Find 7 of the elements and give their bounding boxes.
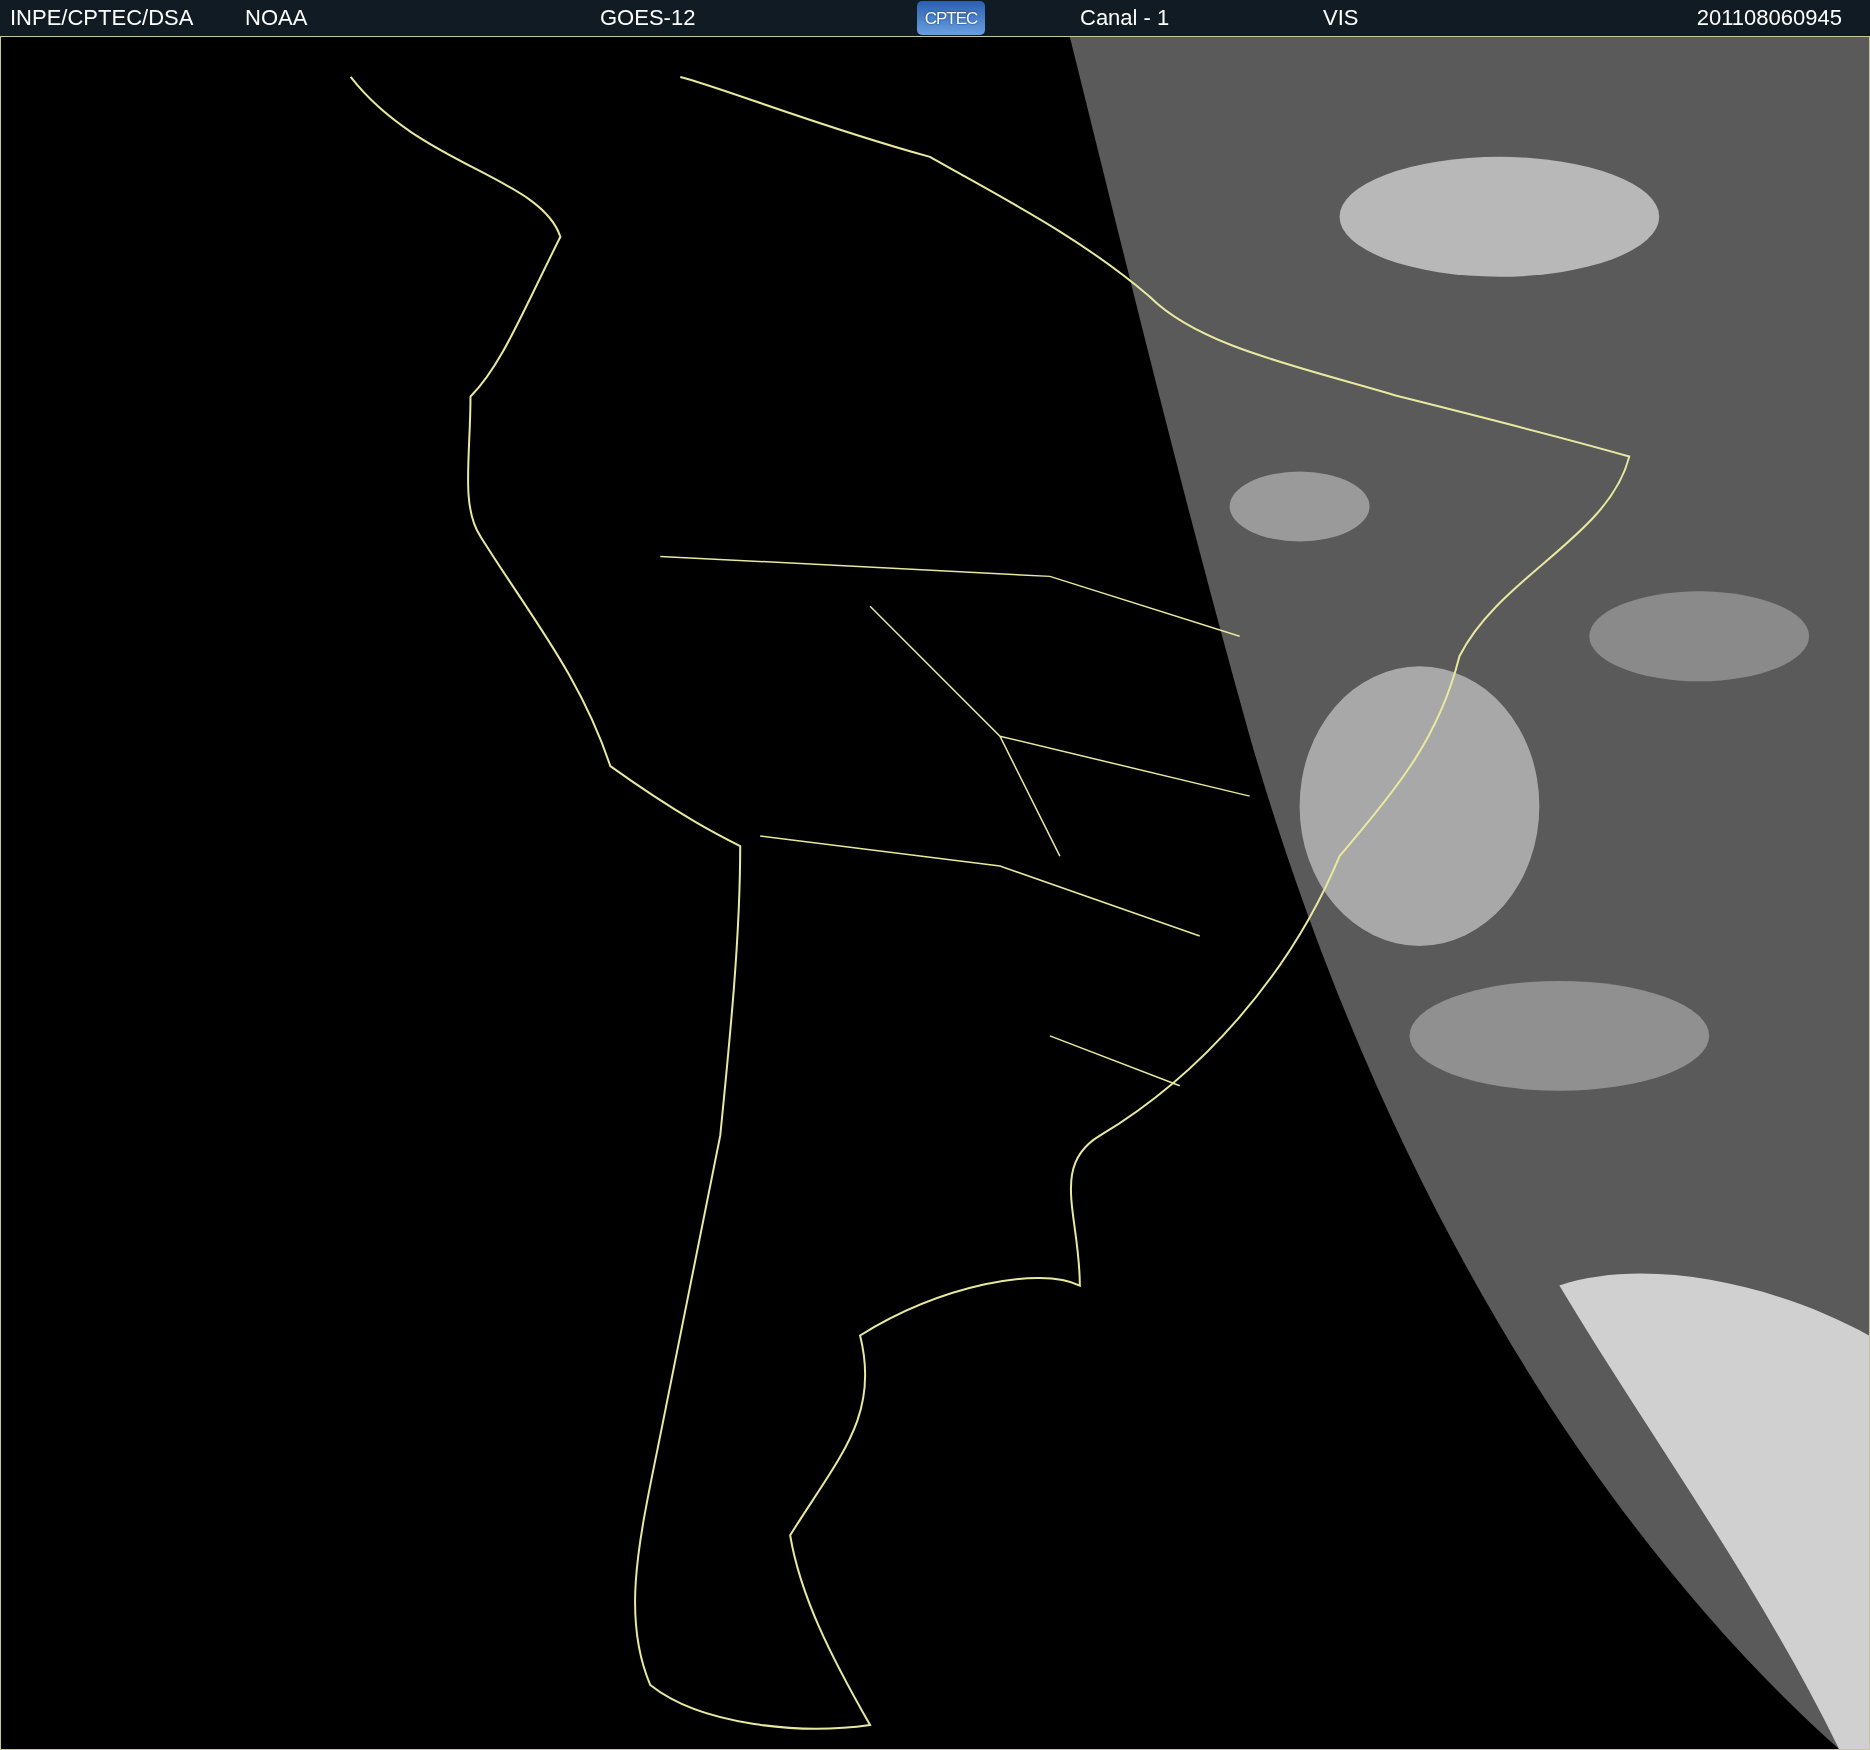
agency-label: NOAA [245, 7, 309, 29]
logo: CPTEC [917, 1, 985, 35]
source-label: INPE/CPTEC/DSA [10, 7, 195, 29]
satellite-label: GOES-12 [600, 7, 697, 29]
band-label: VIS [1323, 7, 1360, 29]
channel-label: Canal - 1 [1080, 7, 1171, 29]
timestamp-label: 201108060945 [1696, 7, 1842, 29]
